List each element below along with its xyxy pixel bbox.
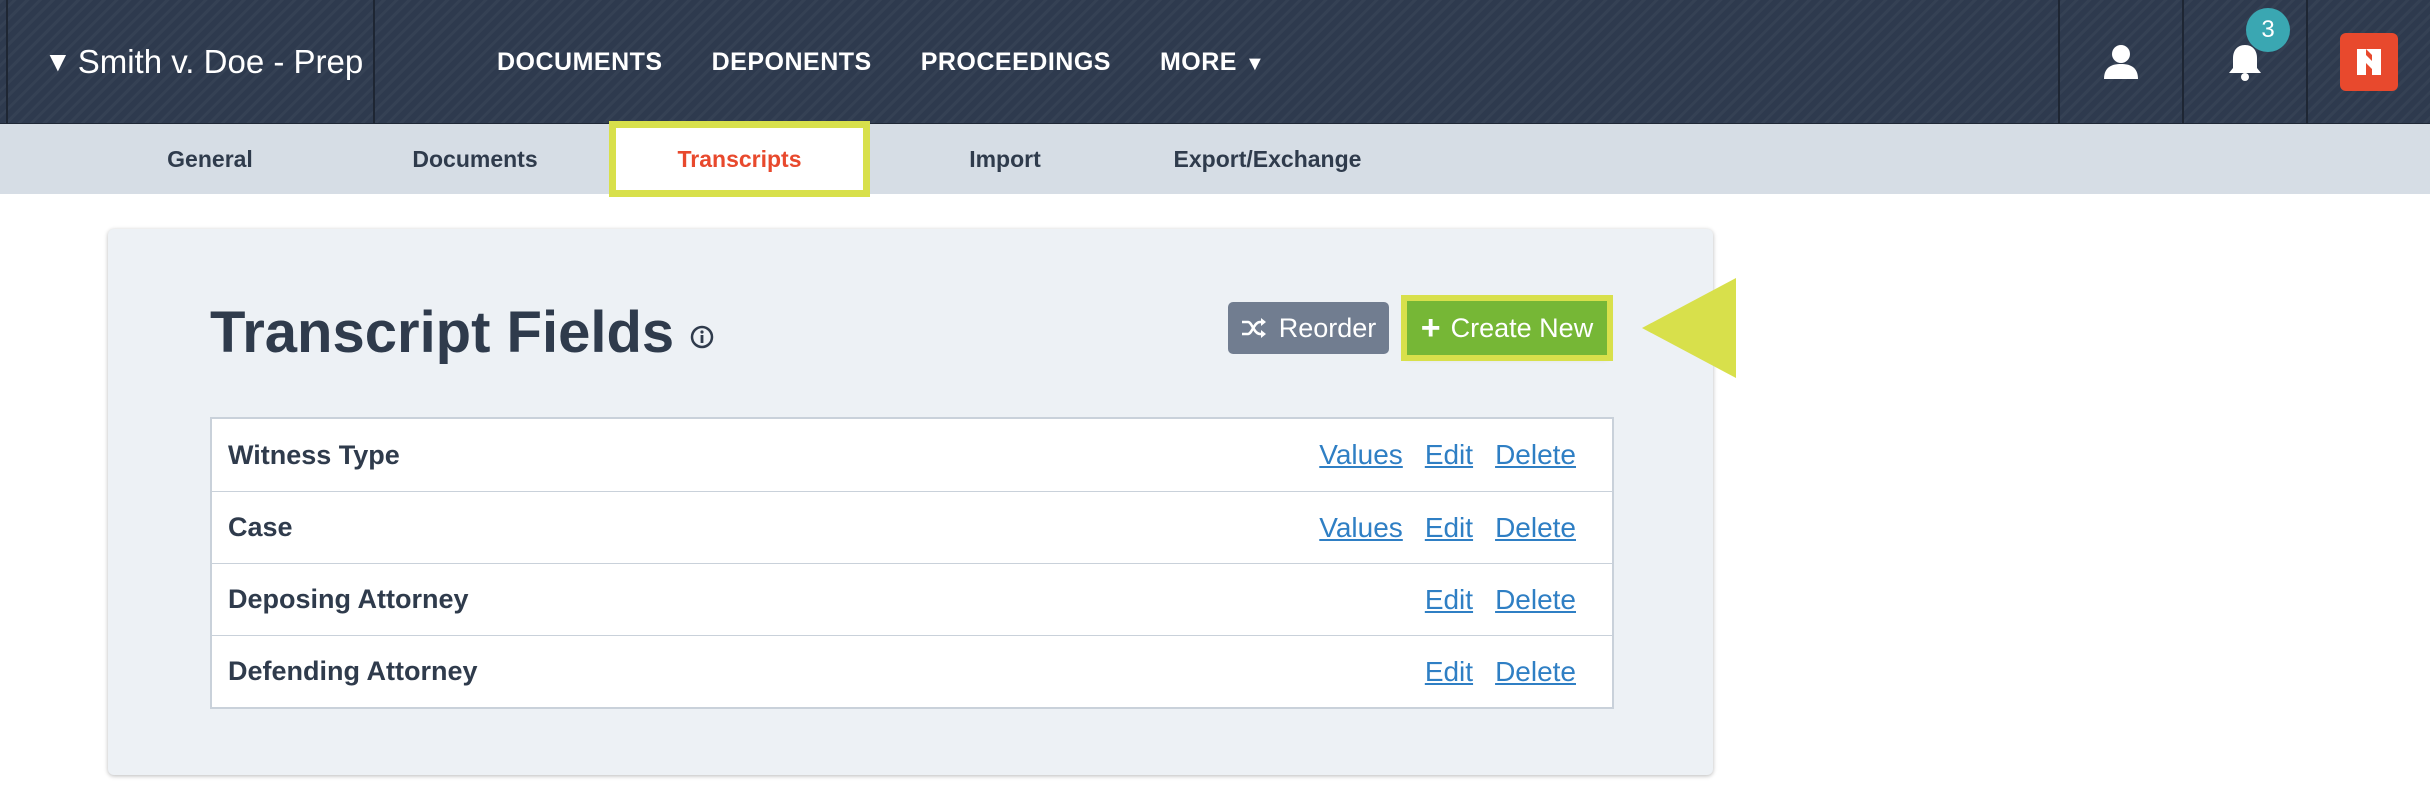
delete-link[interactable]: Delete (1495, 512, 1576, 544)
values-link[interactable]: Values (1319, 512, 1403, 544)
table-row: Deposing Attorney Edit Delete (212, 563, 1612, 635)
field-name: Witness Type (228, 439, 400, 470)
top-navigation-bar: ▼ Smith v. Doe - Prep DOCUMENTS DEPONENT… (0, 0, 2430, 124)
edit-link[interactable]: Edit (1425, 439, 1473, 471)
user-icon (2104, 45, 2138, 79)
row-actions: Edit Delete (1425, 584, 1576, 616)
table-row: Case Values Edit Delete (212, 491, 1612, 563)
table-row: Witness Type Values Edit Delete (212, 419, 1612, 491)
values-link[interactable]: Values (1319, 439, 1403, 471)
create-new-label: Create New (1450, 312, 1594, 343)
nav-deponents[interactable]: DEPONENTS (712, 48, 872, 77)
delete-link[interactable]: Delete (1495, 584, 1576, 616)
delete-link[interactable]: Delete (1495, 656, 1576, 688)
highlight-pointer-arrow (1642, 278, 1736, 378)
page-title-text: Transcript Fields (210, 300, 675, 365)
edit-link[interactable]: Edit (1425, 656, 1473, 688)
info-icon[interactable] (690, 325, 714, 349)
tab-documents[interactable]: Documents (400, 124, 550, 194)
logo-mark-icon (2357, 49, 2381, 75)
tab-transcripts[interactable]: Transcripts (609, 121, 870, 197)
reorder-button[interactable]: Reorder (1228, 302, 1389, 354)
transcript-fields-panel: Transcript Fields Reorder + Create New W… (108, 229, 1713, 775)
field-name: Case (228, 512, 293, 542)
plus-icon: + (1420, 309, 1441, 347)
caret-down-icon: ▼ (44, 46, 72, 77)
table-row: Defending Attorney Edit Delete (212, 635, 1612, 707)
fields-table: Witness Type Values Edit Delete Case Val… (210, 417, 1614, 709)
reorder-label: Reorder (1278, 312, 1377, 343)
nav-more[interactable]: MORE ▼ (1160, 48, 1265, 77)
nav-more-label: MORE (1159, 47, 1237, 76)
main-nav: DOCUMENTS DEPONENTS PROCEEDINGS MORE ▼ (497, 0, 1314, 124)
tab-export-exchange[interactable]: Export/Exchange (1150, 124, 1385, 194)
settings-subnav: General Documents Transcripts Import Exp… (0, 121, 2430, 197)
nav-proceedings[interactable]: PROCEEDINGS (921, 48, 1111, 77)
app-logo-button[interactable] (2306, 0, 2430, 124)
tab-import[interactable]: Import (940, 124, 1070, 194)
field-name: Defending Attorney (228, 656, 478, 686)
top-right-actions: 3 (2058, 0, 2430, 124)
delete-link[interactable]: Delete (1495, 439, 1576, 471)
notification-count-badge: 3 (2246, 8, 2290, 52)
page-title: Transcript Fields (210, 299, 714, 366)
nav-documents[interactable]: DOCUMENTS (497, 48, 663, 77)
case-title: Smith v. Doe - Prep (77, 43, 364, 80)
case-selector[interactable]: ▼ Smith v. Doe - Prep (6, 0, 375, 124)
edit-link[interactable]: Edit (1425, 584, 1473, 616)
notifications-button[interactable]: 3 (2182, 0, 2306, 124)
row-actions: Values Edit Delete (1319, 512, 1576, 544)
create-new-button[interactable]: + Create New (1401, 295, 1613, 361)
caret-down-icon: ▼ (1244, 52, 1266, 75)
shuffle-icon (1241, 318, 1266, 338)
app-logo (2340, 33, 2398, 91)
edit-link[interactable]: Edit (1425, 512, 1473, 544)
row-actions: Edit Delete (1425, 656, 1576, 688)
field-name: Deposing Attorney (228, 584, 469, 614)
row-actions: Values Edit Delete (1319, 439, 1576, 471)
user-menu-button[interactable] (2058, 0, 2182, 124)
tab-general[interactable]: General (145, 124, 275, 194)
